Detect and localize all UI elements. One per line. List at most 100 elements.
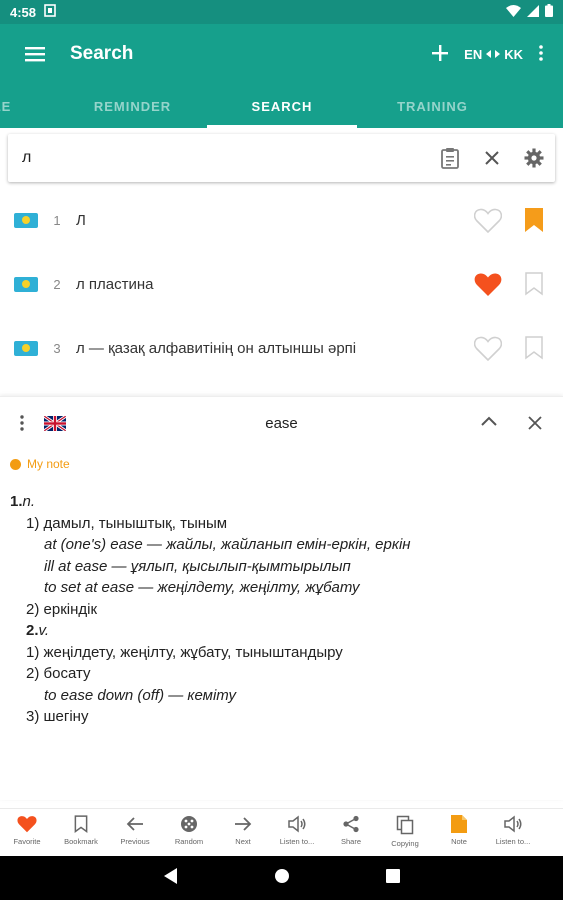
app-bar: Search EN KK bbox=[0, 24, 563, 84]
add-icon[interactable] bbox=[432, 44, 449, 64]
listen-label-2: Listen to... bbox=[495, 837, 531, 846]
more-vert-icon[interactable] bbox=[0, 415, 44, 431]
menu-icon[interactable] bbox=[0, 46, 70, 62]
share-label: Share bbox=[340, 837, 361, 846]
tab-article[interactable]: LE bbox=[0, 84, 22, 128]
signal-icon bbox=[527, 4, 539, 20]
dice-icon bbox=[181, 816, 197, 832]
heart-outline-icon[interactable] bbox=[465, 208, 511, 233]
pos-heading: 2.v. bbox=[26, 622, 50, 639]
example-line: ill at ease — ұялып, қысылып-қымтырылып bbox=[44, 557, 351, 575]
copy-label: Copying bbox=[391, 839, 419, 848]
sense-line: 2) босату bbox=[26, 665, 91, 682]
result-word: л — қазақ алфавитінің он алтыншы әрпі bbox=[76, 339, 357, 357]
share-button[interactable]: Share bbox=[324, 809, 378, 856]
my-note-label: My note bbox=[27, 457, 70, 471]
share-icon bbox=[343, 815, 359, 833]
heart-filled-icon[interactable] bbox=[465, 272, 511, 297]
kazakhstan-flag-icon bbox=[14, 276, 38, 292]
copy-button[interactable]: Copying bbox=[378, 809, 432, 856]
result-number: 3 bbox=[53, 340, 61, 356]
sense-line: 1) жеңілдету, жеңілту, жұбату, тыныштанд… bbox=[26, 643, 343, 661]
notification-icon bbox=[44, 4, 56, 20]
speaker-icon bbox=[504, 815, 522, 833]
clear-icon[interactable] bbox=[471, 134, 513, 182]
sense-line: 1) дамыл, тыныштық, тыным bbox=[26, 514, 228, 532]
article-header: ease bbox=[0, 397, 563, 449]
tab-bar: LE REMINDER SEARCH TRAINING bbox=[0, 84, 563, 128]
tab-search[interactable]: SEARCH bbox=[207, 84, 357, 128]
random-label: Random bbox=[174, 837, 204, 846]
bookmark-button[interactable]: Bookmark bbox=[54, 809, 108, 856]
previous-label: Previous bbox=[120, 837, 150, 846]
arrow-right-icon bbox=[235, 817, 252, 831]
result-word: Л bbox=[76, 211, 86, 229]
sense-line: 2) еркіндік bbox=[26, 600, 98, 618]
note-icon bbox=[10, 458, 21, 470]
sense-line: 3) шегіну bbox=[26, 708, 89, 725]
lang-to: KK bbox=[504, 46, 523, 62]
list-item[interactable]: 2 л пластина bbox=[0, 252, 563, 316]
close-icon[interactable] bbox=[517, 416, 553, 430]
results-list: 1 Л 2 л пластина 3 л — қазақ алфавитінің… bbox=[0, 188, 563, 380]
example-line: to set at ease — жеңілдету, жеңілту, жұб… bbox=[44, 579, 360, 596]
language-switch[interactable]: EN KK bbox=[464, 47, 523, 62]
next-button[interactable]: Next bbox=[216, 809, 270, 856]
list-item[interactable]: 1 Л bbox=[0, 188, 563, 252]
favorite-label: Favorite bbox=[13, 837, 41, 846]
lang-from: EN bbox=[464, 46, 483, 62]
listen-label: Listen to... bbox=[279, 837, 315, 846]
system-nav-bar bbox=[0, 856, 563, 900]
bookmark-label: Bookmark bbox=[64, 837, 98, 846]
recents-square-icon[interactable] bbox=[385, 868, 400, 888]
settings-gear-icon[interactable] bbox=[513, 134, 555, 182]
swap-icon bbox=[486, 50, 501, 58]
back-triangle-icon[interactable] bbox=[163, 867, 178, 889]
list-item[interactable]: 3 л — қазақ алфавитінің он алтыншы әрпі bbox=[0, 316, 563, 380]
speaker-icon bbox=[288, 815, 306, 833]
article-panel: ease My note 1.n. 1) дамыл, тыныштық, ты… bbox=[0, 396, 563, 800]
example-line: to ease down (off) — кеміту bbox=[44, 686, 236, 704]
note-icon bbox=[451, 815, 467, 833]
status-bar: 4:58 bbox=[0, 0, 563, 24]
battery-icon bbox=[545, 4, 553, 20]
status-time: 4:58 bbox=[10, 4, 37, 20]
search-input[interactable] bbox=[22, 149, 429, 167]
result-number: 1 bbox=[53, 212, 61, 228]
listen-button-2[interactable]: Listen to... bbox=[486, 809, 540, 856]
my-note-link[interactable]: My note bbox=[10, 457, 70, 471]
arrow-left-icon bbox=[126, 817, 143, 831]
next-label: Next bbox=[235, 837, 251, 846]
collapse-chevron-up-icon[interactable] bbox=[471, 416, 507, 430]
note-button[interactable]: Note bbox=[432, 809, 486, 856]
note-label: Note bbox=[451, 837, 467, 846]
tab-training[interactable]: TRAINING bbox=[375, 84, 490, 128]
bookmark-outline-icon[interactable] bbox=[511, 336, 557, 360]
bookmark-outline-icon[interactable] bbox=[511, 272, 557, 296]
kazakhstan-flag-icon bbox=[14, 340, 38, 356]
listen-button[interactable]: Listen to... bbox=[270, 809, 324, 856]
result-number: 2 bbox=[53, 276, 61, 292]
search-bar bbox=[8, 134, 555, 182]
article-body: 1.n. 1) дамыл, тыныштық, тыным at (one's… bbox=[10, 491, 553, 728]
clipboard-icon[interactable] bbox=[429, 134, 471, 182]
kazakhstan-flag-icon bbox=[14, 212, 38, 228]
tab-reminder[interactable]: REMINDER bbox=[75, 84, 190, 128]
random-button[interactable]: Random bbox=[162, 809, 216, 856]
wifi-icon bbox=[506, 4, 521, 20]
page-title: Search bbox=[70, 43, 134, 64]
bookmark-filled-icon[interactable] bbox=[511, 208, 557, 232]
home-circle-icon[interactable] bbox=[274, 868, 290, 889]
previous-button[interactable]: Previous bbox=[108, 809, 162, 856]
copy-icon bbox=[396, 815, 414, 835]
bookmark-icon bbox=[74, 815, 88, 833]
more-vert-icon[interactable] bbox=[539, 44, 543, 64]
result-word: л пластина bbox=[76, 275, 154, 293]
favorite-button[interactable]: Favorite bbox=[0, 809, 54, 856]
heart-icon bbox=[17, 816, 37, 833]
example-line: at (one's) ease — жайлы, жайланып емін-е… bbox=[44, 536, 411, 553]
uk-flag-icon bbox=[44, 415, 66, 431]
heart-outline-icon[interactable] bbox=[465, 336, 511, 361]
bottom-action-bar: Favorite Bookmark Previous Random Next L… bbox=[0, 808, 563, 856]
pos-heading: 1.n. bbox=[10, 493, 36, 510]
